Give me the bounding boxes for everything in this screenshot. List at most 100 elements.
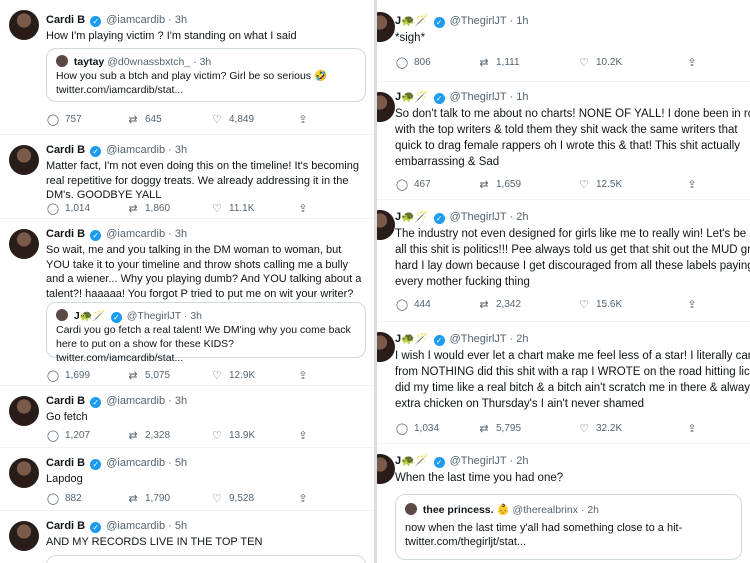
- display-name[interactable]: Cardi B: [46, 395, 85, 407]
- reply-button[interactable]: ◯ 1,207: [46, 429, 126, 442]
- display-name[interactable]: J🐢🪄: [395, 91, 429, 103]
- avatar[interactable]: [9, 521, 39, 551]
- timestamp[interactable]: 3h: [175, 14, 187, 26]
- handle[interactable]: @ThegirlJT: [450, 211, 507, 223]
- display-name[interactable]: J🐢🪄: [395, 455, 429, 467]
- handle[interactable]: @iamcardib: [106, 144, 165, 156]
- avatar[interactable]: [9, 458, 39, 488]
- avatar[interactable]: [377, 454, 395, 484]
- display-name[interactable]: J🐢🪄: [395, 211, 429, 223]
- share-button[interactable]: ⇪: [296, 429, 310, 442]
- retweet-button[interactable]: ⇄ 2,328: [126, 429, 210, 442]
- avatar[interactable]: [9, 145, 39, 175]
- quote-tweet[interactable]: taytay @d0wnassbxtch_ · 3h How you sub a…: [46, 48, 366, 102]
- avatar[interactable]: [9, 229, 39, 259]
- avatar[interactable]: [377, 12, 395, 42]
- share-button[interactable]: ⇪: [296, 113, 310, 126]
- tweet[interactable]: J🐢🪄 ✓ @ThegirlJT · 2h When the last time…: [377, 444, 750, 563]
- tweet[interactable]: J🐢🪄 ✓ @ThegirlJT · 1h So don't talk to m…: [377, 82, 750, 200]
- timestamp[interactable]: 3h: [175, 228, 187, 240]
- avatar[interactable]: [377, 92, 395, 122]
- timestamp[interactable]: 5h: [175, 520, 187, 532]
- display-name[interactable]: Cardi B: [46, 228, 85, 240]
- avatar[interactable]: [9, 10, 39, 40]
- share-button[interactable]: ⇪: [685, 298, 699, 311]
- share-button[interactable]: ⇪: [685, 422, 699, 435]
- timestamp[interactable]: 2h: [516, 333, 528, 345]
- quote-link[interactable]: twitter.com/thegirljt/stat...: [405, 535, 732, 549]
- avatar[interactable]: [377, 210, 395, 240]
- display-name[interactable]: Cardi B: [46, 14, 85, 26]
- reply-button[interactable]: ◯ 1,034: [395, 422, 477, 435]
- timestamp[interactable]: 2h: [516, 455, 528, 467]
- retweet-button[interactable]: ⇄ 2,342: [477, 298, 577, 311]
- retweet-button[interactable]: ⇄ 5,075: [126, 369, 210, 382]
- like-button[interactable]: ♡ 11.1K: [210, 202, 296, 215]
- tweet-text-line: *sigh*: [395, 32, 426, 44]
- retweet-button[interactable]: ⇄ 1,790: [126, 492, 210, 505]
- display-name[interactable]: Cardi B: [46, 520, 85, 532]
- retweet-button[interactable]: ⇄ 1,659: [477, 178, 577, 191]
- share-button[interactable]: ⇪: [685, 178, 699, 191]
- timestamp[interactable]: 3h: [175, 144, 187, 156]
- display-name[interactable]: Cardi B: [46, 457, 85, 469]
- reply-button[interactable]: ◯ 444: [395, 298, 477, 311]
- retweet-button[interactable]: ⇄ 1,111: [477, 56, 577, 69]
- handle[interactable]: @ThegirlJT: [450, 15, 507, 27]
- timestamp[interactable]: 3h: [175, 395, 187, 407]
- quote-link[interactable]: twitter.com/iamcardib/stat...: [56, 83, 356, 97]
- handle[interactable]: @ThegirlJT: [450, 455, 507, 467]
- retweet-button[interactable]: ⇄ 645: [126, 113, 210, 126]
- tweet[interactable]: Cardi B ✓ @iamcardib · 3h How I'm playin…: [0, 0, 374, 135]
- quote-tweet-preview[interactable]: [46, 555, 366, 563]
- tweet[interactable]: J🐢🪄 ✓ @ThegirlJT · 2h The industry not e…: [377, 200, 750, 322]
- avatar[interactable]: [9, 396, 39, 426]
- retweet-button[interactable]: ⇄ 5,795: [477, 422, 577, 435]
- display-name[interactable]: J🐢🪄: [395, 15, 429, 27]
- tweet[interactable]: Cardi B ✓ @iamcardib · 3h Matter fact, I…: [0, 135, 374, 219]
- handle[interactable]: @iamcardib: [106, 457, 165, 469]
- handle[interactable]: @iamcardib: [106, 14, 165, 26]
- like-button[interactable]: ♡ 13.9K: [210, 429, 296, 442]
- like-button[interactable]: ♡ 9,528: [210, 492, 296, 505]
- share-button[interactable]: ⇪: [296, 369, 310, 382]
- timestamp[interactable]: 5h: [175, 457, 187, 469]
- quote-tweet[interactable]: J🐢🪄 ✓ @ThegirlJT · 3h Cardi you go fetch…: [46, 302, 366, 364]
- tweet[interactable]: J🐢🪄 ✓ @ThegirlJT · 2h I wish I would eve…: [377, 322, 750, 444]
- avatar[interactable]: [377, 332, 395, 362]
- timestamp[interactable]: 1h: [516, 91, 528, 103]
- reply-button[interactable]: ◯ 757: [46, 113, 126, 126]
- tweet[interactable]: J🐢🪄 ✓ @ThegirlJT · 1h *sigh* ◯ 806 ⇄ 1,111…: [377, 0, 750, 82]
- share-button[interactable]: ⇪: [296, 202, 310, 215]
- share-button[interactable]: ⇪: [296, 492, 310, 505]
- like-button[interactable]: ♡ 12.9K: [210, 369, 296, 382]
- handle[interactable]: @iamcardib: [106, 520, 165, 532]
- retweet-button[interactable]: ⇄ 1,860: [126, 202, 210, 215]
- quote-link[interactable]: twitter.com/iamcardib/stat...: [56, 352, 183, 364]
- reply-button[interactable]: ◯ 806: [395, 56, 477, 69]
- display-name[interactable]: J🐢🪄: [395, 333, 429, 345]
- timestamp[interactable]: 1h: [516, 15, 528, 27]
- like-button[interactable]: ♡ 10.2K: [577, 56, 685, 69]
- timestamp[interactable]: 2h: [516, 211, 528, 223]
- share-button[interactable]: ⇪: [685, 56, 699, 69]
- handle[interactable]: @ThegirlJT: [450, 333, 507, 345]
- handle[interactable]: @iamcardib: [106, 395, 165, 407]
- tweet[interactable]: Cardi B ✓ @iamcardib · 5h AND MY RECORDS…: [0, 511, 374, 563]
- quote-header: taytay @d0wnassbxtch_ · 3h: [56, 55, 356, 69]
- quote-tweet[interactable]: thee princess. 👶 @therealbrinx · 2h now …: [395, 494, 742, 560]
- like-button[interactable]: ♡ 4,849: [210, 113, 296, 126]
- tweet[interactable]: Cardi B ✓ @iamcardib · 3h So wait, me an…: [0, 219, 374, 386]
- tweet[interactable]: Cardi B ✓ @iamcardib · 5h Lapdog ◯ 882 ⇄ 1…: [0, 448, 374, 511]
- like-button[interactable]: ♡ 32.2K: [577, 422, 685, 435]
- reply-button[interactable]: ◯ 882: [46, 492, 126, 505]
- reply-button[interactable]: ◯ 1,014: [46, 202, 126, 215]
- tweet[interactable]: Cardi B ✓ @iamcardib · 3h Go fetch ◯ 1,20…: [0, 386, 374, 448]
- reply-button[interactable]: ◯ 1,699: [46, 369, 126, 382]
- reply-button[interactable]: ◯ 467: [395, 178, 477, 191]
- handle[interactable]: @iamcardib: [106, 228, 165, 240]
- display-name[interactable]: Cardi B: [46, 144, 85, 156]
- like-button[interactable]: ♡ 15.6K: [577, 298, 685, 311]
- handle[interactable]: @ThegirlJT: [450, 91, 507, 103]
- like-button[interactable]: ♡ 12.5K: [577, 178, 685, 191]
